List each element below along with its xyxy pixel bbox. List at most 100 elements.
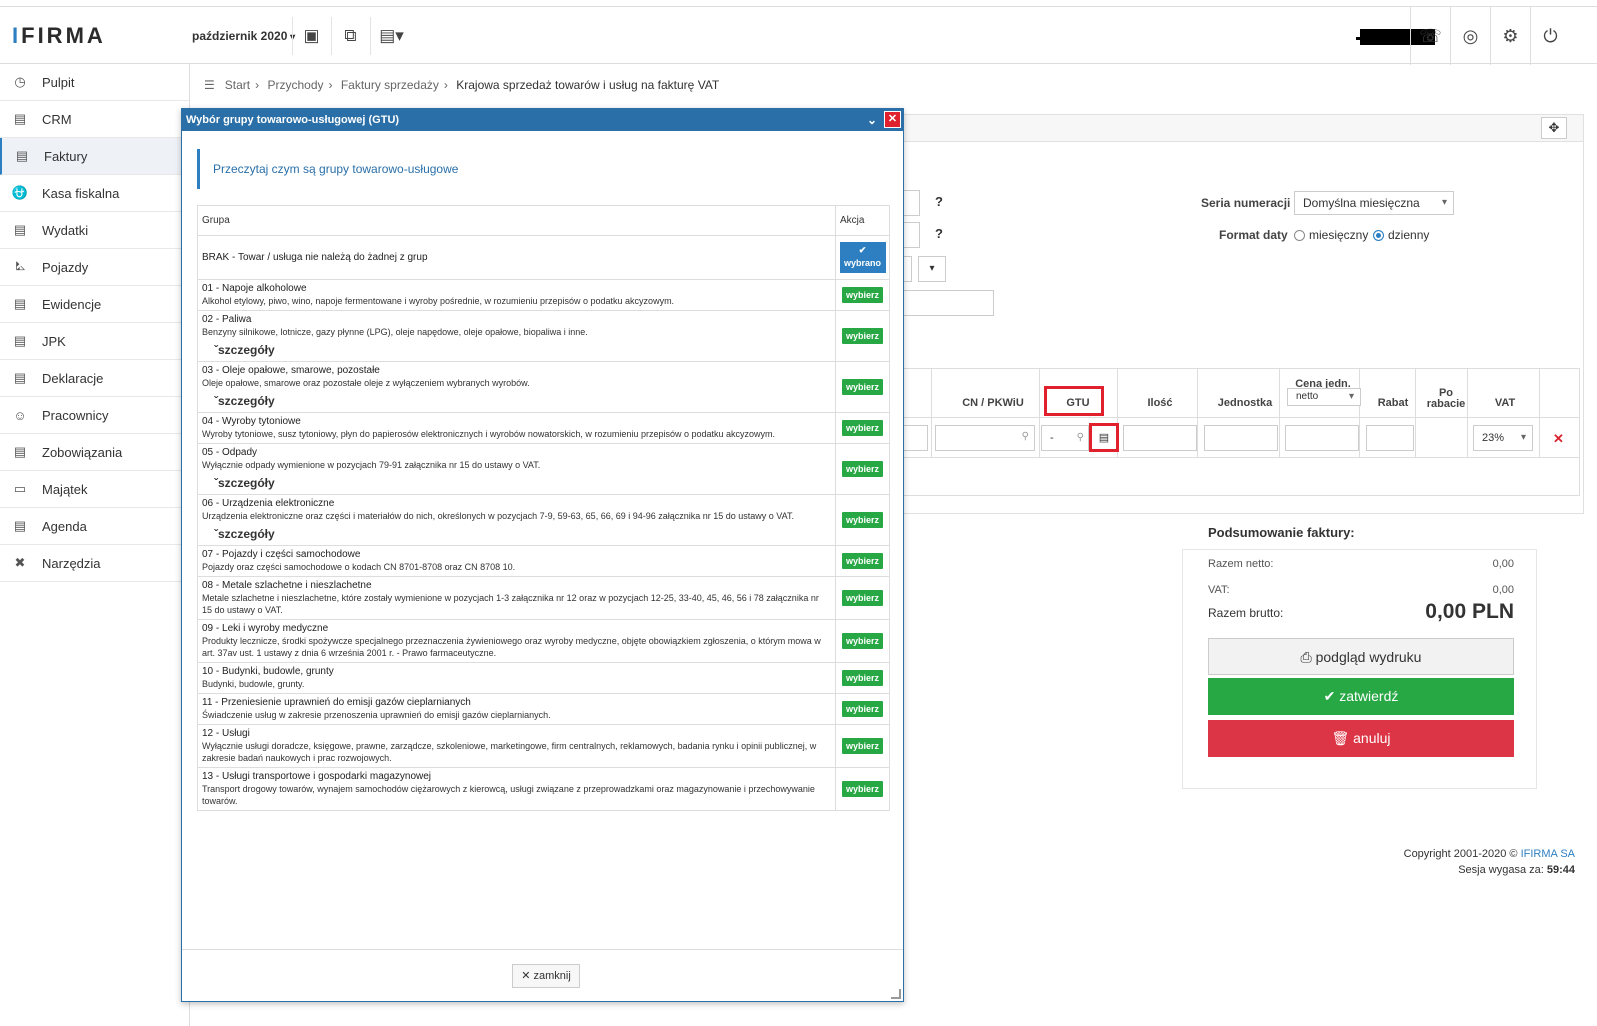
sidebar-item-narzędzia[interactable]: ✖ Narzędzia: [0, 545, 189, 582]
select-button[interactable]: wybierz: [841, 670, 883, 686]
select-button[interactable]: wybierz: [841, 512, 883, 528]
sidebar-item-majątek[interactable]: ▭ Majątek: [0, 471, 189, 508]
discount-input[interactable]: [1366, 425, 1414, 451]
sidebar-item-label: CRM: [42, 111, 72, 127]
gtu-input[interactable]: - ⚲: [1041, 425, 1089, 451]
sidebar-item-agenda[interactable]: ▤ Agenda: [0, 508, 189, 545]
format-daily-radio[interactable]: dzienny: [1373, 228, 1429, 242]
select-button[interactable]: wybierz: [841, 633, 883, 649]
chevron-down-icon[interactable]: ⌄: [867, 109, 877, 131]
sidebar-item-deklaracje[interactable]: ▤ Deklaracje: [0, 360, 189, 397]
gtu-row-content: BRAK - Towar / usługa nie należą do żadn…: [197, 235, 836, 280]
select-button[interactable]: wybierz: [841, 461, 883, 477]
select-button[interactable]: wybierz: [841, 287, 883, 303]
select-button[interactable]: wybierz: [841, 328, 883, 344]
company-link[interactable]: IFIRMA SA: [1521, 848, 1575, 860]
details-toggle[interactable]: szczegóły: [214, 528, 831, 540]
help-icon-2[interactable]: ?: [935, 226, 943, 241]
gtu-list-button[interactable]: ▤: [1089, 423, 1119, 452]
resize-handle[interactable]: [891, 989, 901, 999]
phone-icon[interactable]: ☏: [1410, 7, 1450, 65]
breadcrumb-start[interactable]: Start: [225, 78, 250, 92]
gtu-info-link[interactable]: Przeczytaj czym są grupy towarowo-usługo…: [197, 149, 889, 189]
close-icon[interactable]: ✕: [884, 111, 901, 128]
sidebar-item-label: JPK: [42, 333, 66, 349]
seria-select[interactable]: Domyślna miesięczna: [1294, 191, 1454, 215]
check-icon: ✔: [1323, 688, 1336, 704]
cn-input[interactable]: ⚲: [935, 425, 1035, 451]
add-document-icon[interactable]: ▣: [292, 17, 330, 55]
power-icon[interactable]: ⏻: [1530, 7, 1570, 65]
format-monthly-radio[interactable]: miesięczny: [1294, 228, 1368, 242]
breadcrumb-faktury[interactable]: Faktury sprzedaży: [341, 78, 439, 92]
gtu-row-content: 10 - Budynki, budowle, grunty Budynki, bu…: [197, 662, 836, 694]
cancel-button[interactable]: 🗑 anuluj: [1208, 720, 1514, 757]
breadcrumb-przychody[interactable]: Przychody: [267, 78, 323, 92]
gtu-row-content: 06 - Urządzenia elektroniczne Urządzenia …: [197, 494, 836, 546]
sidebar-item-pojazdy[interactable]: ⛡ Pojazdy: [0, 249, 189, 286]
delete-row-icon[interactable]: ✕: [1553, 431, 1564, 447]
gtu-row: 12 - Usługi Wyłącznie usługi doradcze, ks…: [197, 724, 890, 768]
gtu-group-name: 09 - Leki i wyroby medyczne: [202, 623, 329, 634]
add-copy-icon[interactable]: ⧉: [331, 17, 369, 55]
confirm-button[interactable]: ✔ zatwierdź: [1208, 678, 1514, 715]
print-preview-button[interactable]: ⎙ podgląd wydruku: [1208, 638, 1514, 675]
sidebar-item-zobowiązania[interactable]: ▤ Zobowiązania: [0, 434, 189, 471]
select-button[interactable]: wybierz: [841, 701, 883, 717]
jpk-icon: ▤: [13, 333, 27, 348]
details-toggle[interactable]: szczegóły: [214, 344, 831, 356]
select-button[interactable]: wybierz: [841, 781, 883, 797]
ifirma-logo[interactable]: IFIRMA: [12, 23, 106, 49]
gtu-row-content: 09 - Leki i wyroby medyczne Produkty lecz…: [197, 619, 836, 663]
radio-on[interactable]: [1373, 229, 1384, 241]
gtu-row: 07 - Pojazdy i części samochodowe Pojazdy…: [197, 545, 890, 577]
select-button[interactable]: wybierz: [841, 553, 883, 569]
sidebar-item-faktury[interactable]: ▤ Faktury: [0, 138, 189, 175]
select-button[interactable]: wybierz: [841, 738, 883, 754]
details-toggle[interactable]: szczegóły: [214, 395, 831, 407]
gtu-modal: Wybór grupy towarowo-usługowej (GTU) ⌄ ✕…: [181, 108, 904, 1002]
unit-input[interactable]: [1204, 425, 1278, 451]
select-button[interactable]: wybierz: [841, 379, 883, 395]
sidebar-item-ewidencje[interactable]: ▤ Ewidencje: [0, 286, 189, 323]
payment-dropdown-button[interactable]: ▾: [918, 256, 946, 282]
sidebar-item-pracownicy[interactable]: ☺ Pracownicy: [0, 397, 189, 434]
radio-off[interactable]: [1294, 229, 1305, 241]
period-selector[interactable]: październik 2020: [192, 29, 295, 43]
sidebar-item-crm[interactable]: ▤ CRM: [0, 101, 189, 138]
summary-vat: VAT: 0,00: [1208, 584, 1514, 596]
format-label: Format daty: [1219, 228, 1288, 242]
gtu-action-cell: wybierz: [835, 767, 890, 811]
search-icon: ⚲: [1076, 432, 1084, 443]
help-icon[interactable]: ?: [935, 194, 943, 209]
vat-select[interactable]: 23%: [1473, 425, 1533, 451]
close-button[interactable]: ✕ zamknij: [512, 964, 580, 988]
sidebar-item-pulpit[interactable]: ◷ Pulpit: [0, 64, 189, 101]
employees-icon: ☺: [13, 407, 27, 423]
register-icon: ⛎: [11, 185, 29, 200]
selected-button[interactable]: ✔ wybrano: [839, 242, 886, 273]
document-menu-icon[interactable]: ▤▾: [370, 17, 412, 55]
sidebar-item-wydatki[interactable]: ▤ Wydatki: [0, 212, 189, 249]
col-jednostka: Jednostka: [1217, 397, 1273, 409]
gtu-row-content: 05 - Odpady Wyłącznie odpady wymienione w…: [197, 443, 836, 495]
sidebar-item-label: Pulpit: [42, 74, 75, 90]
help-lifebuoy-icon[interactable]: ◎: [1450, 7, 1490, 65]
gtu-group-desc: Metale szlachetne i nieszlachetne, które…: [202, 593, 819, 615]
tools-icon: ✖: [14, 555, 26, 570]
details-toggle[interactable]: szczegóły: [214, 477, 831, 489]
select-button[interactable]: wybierz: [841, 420, 883, 436]
sidebar-item-jpk[interactable]: ▤ JPK: [0, 323, 189, 360]
invoice-icon: ▤: [15, 148, 29, 163]
move-icon[interactable]: ✥: [1541, 117, 1567, 139]
price-input[interactable]: [1285, 425, 1359, 451]
price-type-select[interactable]: netto: [1287, 388, 1361, 406]
sidebar-item-kasa-fiskalna[interactable]: ⛎ Kasa fiskalna: [0, 175, 189, 212]
select-button[interactable]: wybierz: [841, 590, 883, 606]
gtu-group-name: 05 - Odpady: [202, 447, 258, 458]
menu-toggle-icon[interactable]: ☰: [204, 78, 215, 92]
col-ilosc: Ilość: [1147, 397, 1173, 409]
gtu-row-content: 07 - Pojazdy i części samochodowe Pojazdy…: [197, 545, 836, 577]
quantity-input[interactable]: [1123, 425, 1197, 451]
gear-icon[interactable]: ⚙: [1490, 7, 1530, 65]
